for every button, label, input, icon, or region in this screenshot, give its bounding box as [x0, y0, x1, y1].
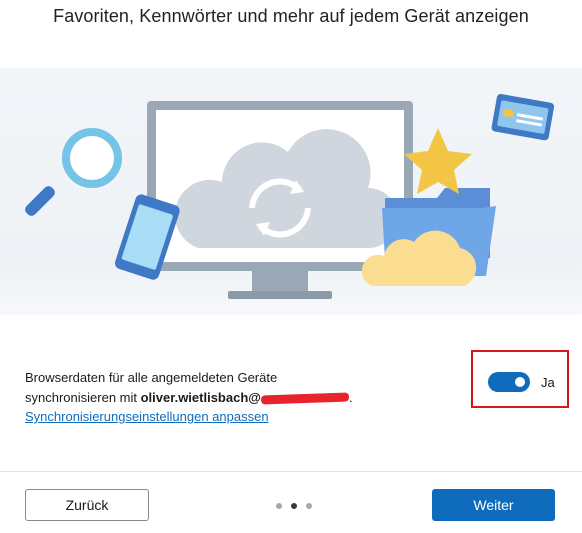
sync-description: Browserdaten für alle angemeldeten Gerät… — [25, 368, 353, 408]
sync-settings-link[interactable]: Synchronisierungseinstellungen anpassen — [25, 409, 269, 424]
page-dot-3 — [306, 503, 312, 509]
toggle-knob — [515, 377, 525, 387]
next-button[interactable]: Weiter — [432, 489, 555, 521]
page-dot-2 — [291, 503, 297, 509]
page-dot-1 — [276, 503, 282, 509]
account-email: oliver.wietlisbach@ — [140, 390, 261, 405]
page-title: Favoriten, Kennwörter und mehr auf jedem… — [53, 6, 529, 26]
back-button[interactable]: Zurück — [25, 489, 149, 521]
sync-description-line1: Browserdaten für alle angemeldeten Gerät… — [25, 370, 278, 385]
star-icon — [404, 128, 472, 194]
toggle-label: Ja — [541, 375, 555, 390]
credit-card-icon — [491, 94, 555, 141]
magnifier-icon — [25, 128, 122, 216]
sync-description-prefix: synchronisieren mit — [25, 390, 141, 405]
sync-toggle[interactable] — [488, 372, 530, 392]
account-suffix: . — [348, 390, 353, 405]
page-indicator — [276, 503, 316, 511]
redaction-mark — [260, 392, 350, 405]
hero-illustration — [0, 68, 582, 315]
footer-divider — [0, 471, 582, 472]
